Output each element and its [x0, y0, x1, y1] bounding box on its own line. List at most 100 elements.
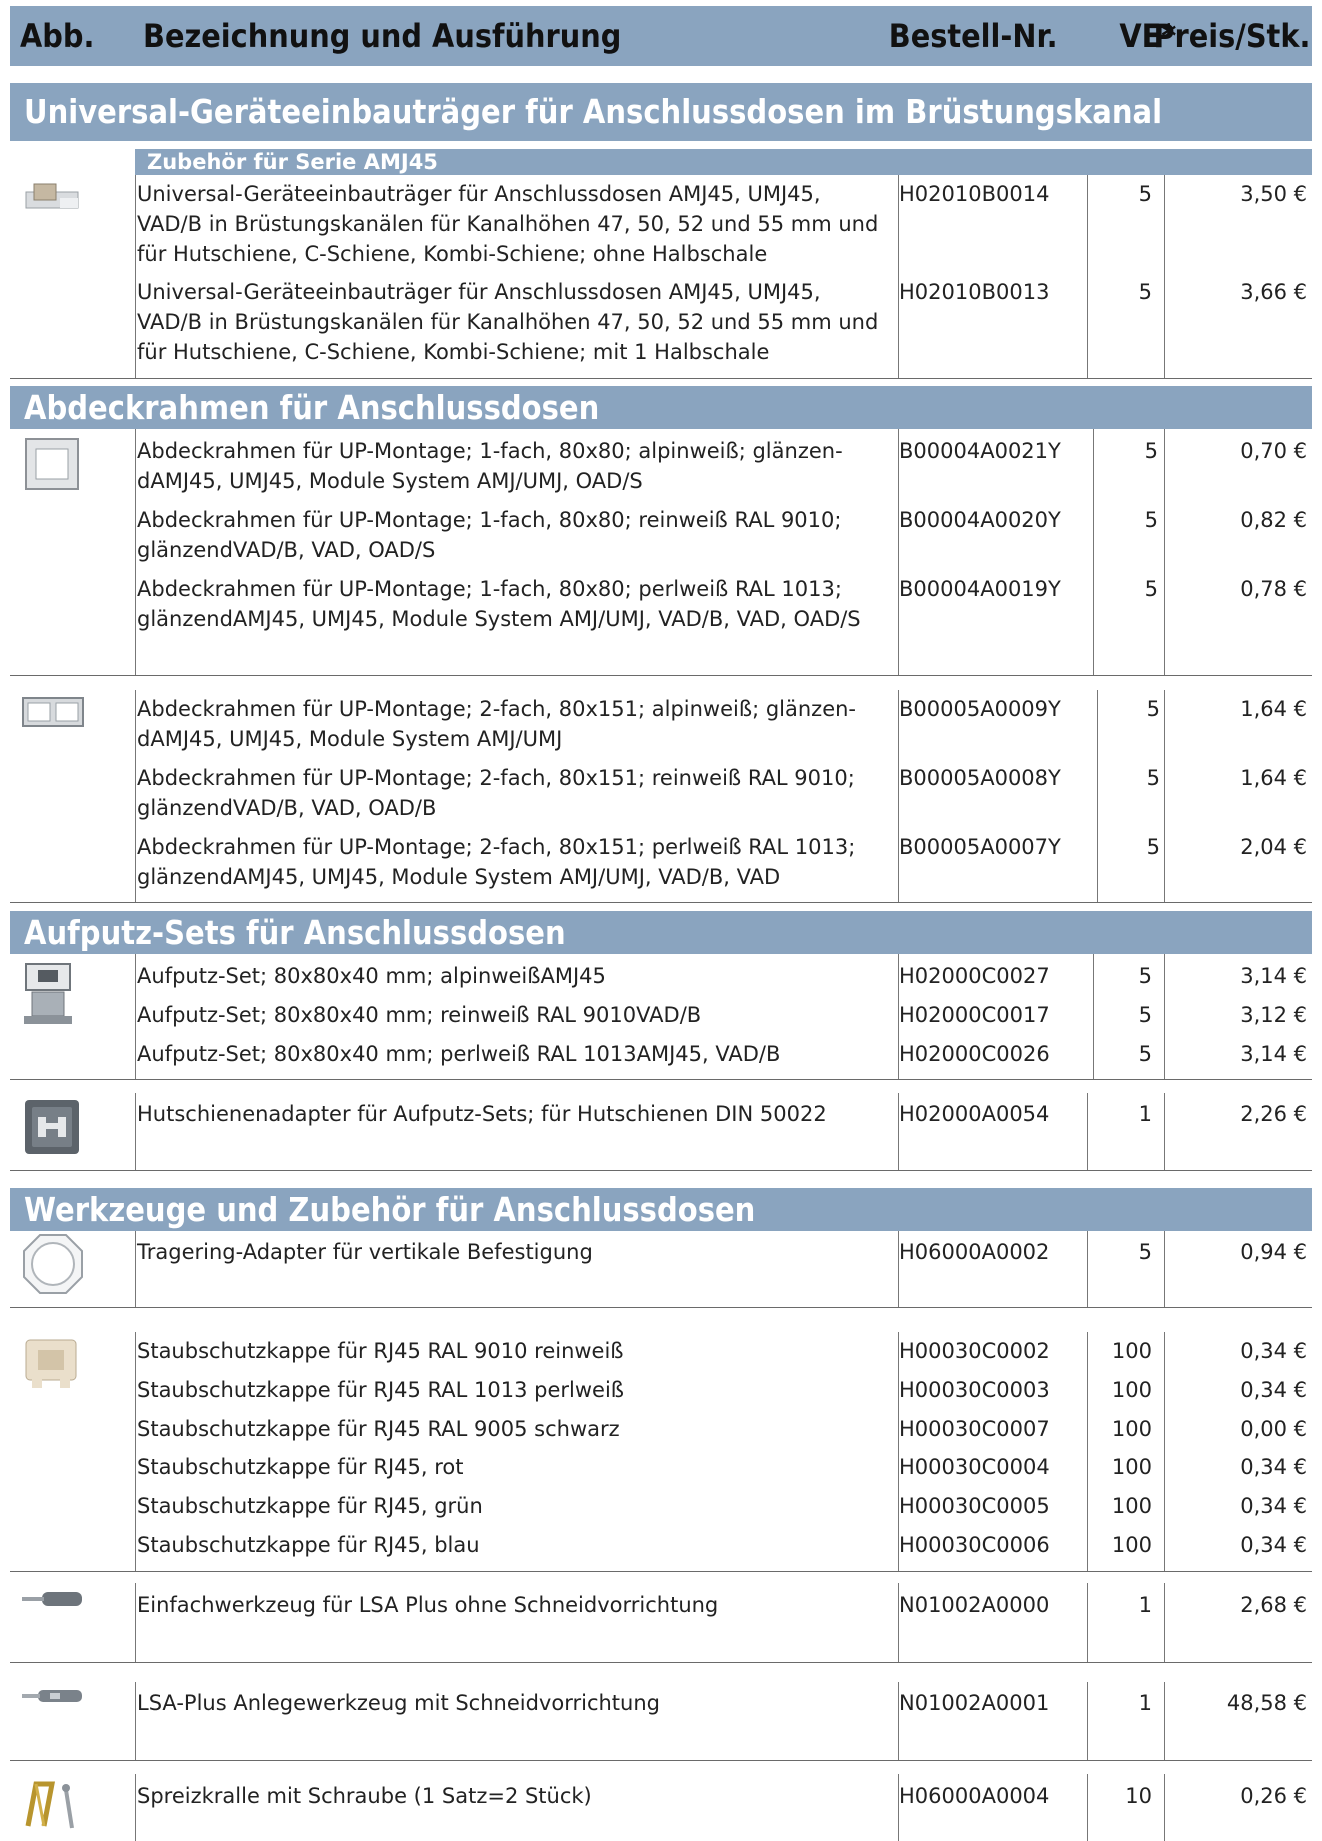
unit-price: 3,14 €	[1240, 1042, 1307, 1066]
order-number: H02000A0054	[899, 1102, 1050, 1126]
unit-price: 0,26 €	[1240, 1784, 1307, 1808]
unit-price: 0,34 €	[1240, 1455, 1307, 1479]
lsa-tool-icon	[22, 1690, 82, 1702]
header-bezeichnung: Bezeichnung und Ausführung	[143, 17, 622, 55]
pack-unit: 100	[1111, 1455, 1152, 1479]
header-bestellnr: Bestell-Nr.	[889, 17, 1058, 55]
order-number: H06000A0002	[899, 1240, 1050, 1264]
unit-price: 0,34 €	[1240, 1533, 1307, 1557]
order-number: H02010B0013	[899, 280, 1050, 304]
order-number: H00030C0002	[899, 1339, 1050, 1363]
unit-price: 0,82 €	[1240, 508, 1307, 532]
list-item: Abdeckrahmen für UP-Montage; 2-fach, 80x…	[137, 766, 855, 820]
pack-unit: 5	[1146, 697, 1160, 721]
list-item: Universal-Geräteeinbauträger für Anschlu…	[137, 182, 879, 266]
pack-unit: 5	[1138, 280, 1152, 304]
order-number: H02000C0026	[899, 1042, 1050, 1066]
unit-price: 2,04 €	[1240, 835, 1307, 859]
unit-price: 0,78 €	[1240, 577, 1307, 601]
pack-unit: 10	[1125, 1784, 1152, 1808]
unit-price: 1,64 €	[1240, 697, 1307, 721]
pack-unit: 100	[1111, 1378, 1152, 1402]
unit-price: 3,50 €	[1240, 182, 1307, 206]
list-item: Aufputz-Set; 80x80x40 mm; alpinweißAMJ45	[137, 964, 606, 988]
pack-unit: 5	[1138, 1042, 1152, 1066]
list-item: Staubschutzkappe für RJ45 RAL 9005 schwa…	[137, 1417, 620, 1441]
list-item: Abdeckrahmen für UP-Montage; 1-fach, 80x…	[137, 577, 861, 631]
unit-price: 2,26 €	[1240, 1102, 1307, 1126]
unit-price: 3,14 €	[1240, 964, 1307, 988]
pack-unit: 100	[1111, 1417, 1152, 1441]
list-item: Staubschutzkappe für RJ45, rot	[137, 1455, 464, 1479]
order-number: B00004A0021Y	[899, 439, 1061, 463]
list-item: Staubschutzkappe für RJ45 RAL 9010 reinw…	[137, 1339, 624, 1363]
order-number: H06000A0004	[899, 1784, 1050, 1808]
list-item: Tragering-Adapter für vertikale Befestig…	[137, 1240, 593, 1264]
unit-price: 0,00 €	[1240, 1417, 1307, 1441]
section-title-universal: Universal-Geräteeinbauträger für Anschlu…	[10, 83, 1312, 141]
order-number: B00004A0019Y	[899, 577, 1061, 601]
pack-unit: 5	[1138, 964, 1152, 988]
pack-unit: 100	[1111, 1339, 1152, 1363]
unit-price: 0,34 €	[1240, 1494, 1307, 1518]
pack-unit: 5	[1144, 439, 1158, 463]
order-number: H00030C0005	[899, 1494, 1050, 1518]
pack-unit: 5	[1146, 835, 1160, 859]
list-item: Abdeckrahmen für UP-Montage; 2-fach, 80x…	[137, 835, 856, 889]
surface-mount-box-icon	[24, 963, 72, 1024]
unit-price: 48,58 €	[1226, 1691, 1307, 1715]
list-item: Abdeckrahmen für UP-Montage; 1-fach, 80x…	[137, 508, 842, 562]
order-number: N01002A0001	[899, 1691, 1050, 1715]
order-number: H02010B0014	[899, 182, 1050, 206]
list-item: Universal-Geräteeinbauträger für Anschlu…	[137, 280, 879, 364]
order-number: H00030C0007	[899, 1417, 1050, 1441]
pack-unit: 5	[1144, 577, 1158, 601]
unit-price: 2,68 €	[1240, 1593, 1307, 1617]
list-item: Einfachwerkzeug für LSA Plus ohne Schnei…	[137, 1593, 719, 1617]
unit-price: 0,34 €	[1240, 1339, 1307, 1363]
mounting-carrier-icon	[25, 183, 79, 209]
order-number: N01002A0000	[899, 1593, 1050, 1617]
cover-frame-2-icon	[22, 697, 84, 727]
pack-unit: 5	[1138, 1240, 1152, 1264]
spreading-claw-icon	[25, 1781, 74, 1829]
header-abb: Abb.	[20, 17, 95, 55]
pack-unit: 5	[1138, 182, 1152, 206]
punch-down-tool-icon	[22, 1592, 82, 1606]
list-item: Abdeckrahmen für UP-Montage; 2-fach, 80x…	[137, 697, 857, 751]
section-title-abdeckrahmen: Abdeckrahmen für Anschlussdosen	[10, 386, 1312, 429]
order-number: H02000C0017	[899, 1003, 1050, 1027]
list-item: LSA-Plus Anlegewerkzeug mit Schneidvorri…	[137, 1691, 660, 1715]
list-item: Staubschutzkappe für RJ45 RAL 1013 perlw…	[137, 1378, 625, 1402]
pack-unit: 1	[1138, 1102, 1152, 1126]
pack-unit: 100	[1111, 1494, 1152, 1518]
pack-unit: 1	[1138, 1593, 1152, 1617]
list-item: Staubschutzkappe für RJ45, grün	[137, 1494, 483, 1518]
list-item: Hutschienenadapter für Aufputz-Sets; für…	[137, 1102, 827, 1126]
carrier-ring-adapter-icon	[23, 1234, 83, 1294]
pack-unit: 5	[1144, 508, 1158, 532]
list-item: Abdeckrahmen für UP-Montage; 1-fach, 80x…	[137, 439, 843, 493]
unit-price: 0,34 €	[1240, 1378, 1307, 1402]
unit-price: 1,64 €	[1240, 766, 1307, 790]
order-number: B00005A0009Y	[899, 697, 1061, 721]
order-number: B00004A0020Y	[899, 508, 1061, 532]
list-item: Aufputz-Set; 80x80x40 mm; reinweiß RAL 9…	[137, 1003, 702, 1027]
order-number: H00030C0003	[899, 1378, 1050, 1402]
pack-unit: 5	[1138, 1003, 1152, 1027]
list-item: Aufputz-Set; 80x80x40 mm; perlweiß RAL 1…	[137, 1042, 781, 1066]
cover-frame-1-icon	[25, 438, 79, 490]
unit-price: 3,12 €	[1240, 1003, 1307, 1027]
section-title-aufputz: Aufputz-Sets für Anschlussdosen	[10, 911, 1312, 954]
pack-unit: 1	[1138, 1691, 1152, 1715]
order-number: H02000C0027	[899, 964, 1050, 988]
pack-unit: 100	[1111, 1533, 1152, 1557]
section-title-werkzeuge: Werkzeuge und Zubehör für Anschlussdosen	[10, 1188, 1312, 1231]
order-number: B00005A0008Y	[899, 766, 1061, 790]
list-item: Staubschutzkappe für RJ45, blau	[137, 1533, 480, 1557]
din-rail-adapter-icon	[25, 1100, 79, 1154]
pack-unit: 5	[1146, 766, 1160, 790]
order-number: H00030C0004	[899, 1455, 1050, 1479]
order-number: H00030C0006	[899, 1533, 1050, 1557]
header-preis: Preis/Stk.	[1153, 17, 1310, 55]
